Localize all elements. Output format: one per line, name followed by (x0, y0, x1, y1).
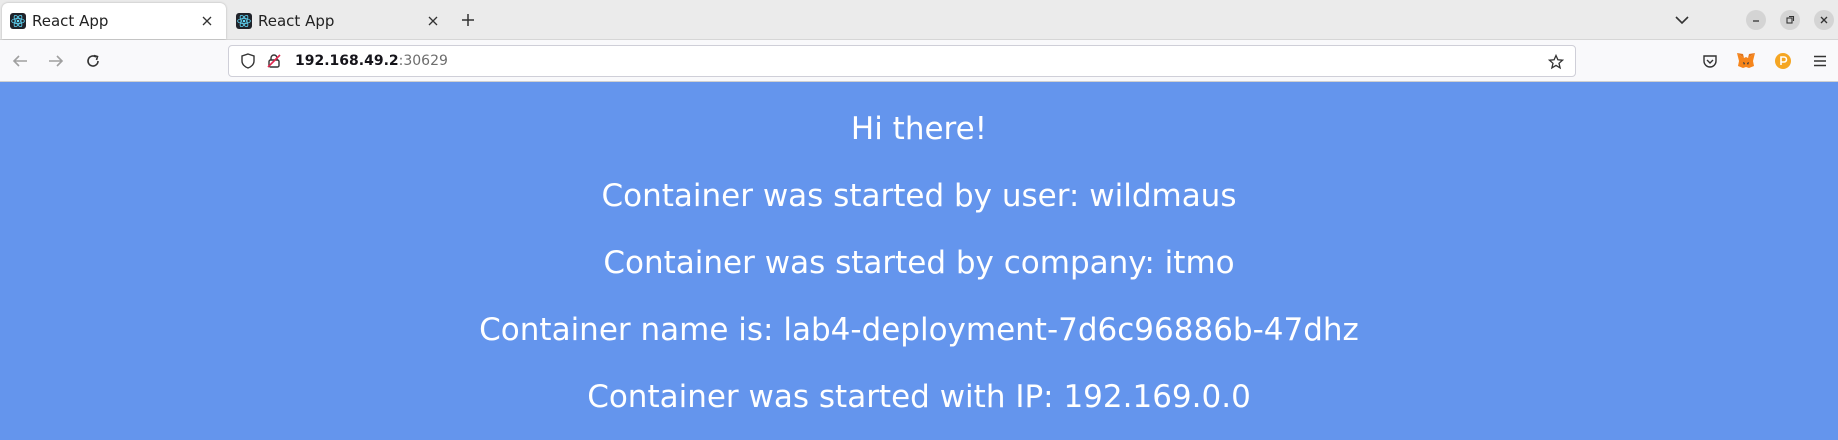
window-close-button[interactable] (1814, 10, 1834, 30)
forward-arrow-icon (49, 55, 64, 67)
container-ip-text: Container was started with IP: 192.169.0… (587, 379, 1251, 415)
metamask-fox-icon (1737, 53, 1755, 68)
list-all-tabs-button[interactable] (1670, 8, 1694, 32)
restore-icon (1786, 15, 1795, 24)
url-port: :30629 (398, 53, 448, 69)
tab-react-app-2[interactable]: React App (228, 3, 452, 39)
url-text[interactable]: 192.168.49.2:30629 (295, 53, 448, 69)
minimize-button[interactable] (1746, 10, 1766, 30)
tab-title: React App (32, 12, 109, 30)
address-bar[interactable]: 192.168.49.2:30629 (228, 45, 1576, 77)
chevron-down-icon (1675, 16, 1689, 25)
window-close-icon (1820, 16, 1828, 24)
tab-react-app-1[interactable]: React App (2, 3, 226, 39)
close-tab-icon[interactable] (424, 12, 442, 30)
back-arrow-icon (12, 55, 27, 67)
started-by-user-text: Container was started by user: wildmaus (601, 178, 1237, 214)
reload-icon (87, 54, 99, 67)
minimize-icon (1753, 20, 1759, 22)
extension-button[interactable] (1771, 49, 1795, 73)
metamask-extension-button[interactable] (1734, 49, 1758, 73)
bookmark-star-button[interactable] (1545, 51, 1567, 73)
insecure-lock-icon[interactable] (263, 50, 285, 72)
tab-title: React App (258, 12, 335, 30)
app-menu-button[interactable] (1808, 49, 1832, 73)
plus-icon (462, 14, 474, 26)
star-icon (1548, 54, 1564, 70)
react-favicon-icon (236, 13, 252, 29)
shield-icon[interactable] (237, 50, 259, 72)
page-content: Hi there! Container was started by user:… (0, 83, 1838, 440)
new-tab-button[interactable] (456, 8, 480, 32)
container-name-text: Container name is: lab4-deployment-7d6c9… (479, 312, 1359, 348)
tab-bar: React App React App (0, 0, 1838, 40)
pocket-button[interactable] (1698, 49, 1722, 73)
started-by-company-text: Container was started by company: itmo (603, 245, 1235, 281)
greeting-text: Hi there! (850, 111, 988, 147)
extension-icon (1775, 53, 1791, 69)
menu-icon (1814, 55, 1826, 67)
forward-button[interactable] (44, 49, 68, 73)
close-tab-icon[interactable] (198, 12, 216, 30)
reload-button[interactable] (81, 49, 105, 73)
back-button[interactable] (8, 49, 32, 73)
navigation-toolbar: 192.168.49.2:30629 (0, 40, 1838, 82)
url-host: 192.168.49.2 (295, 53, 399, 69)
pocket-icon (1703, 55, 1717, 68)
restore-button[interactable] (1780, 10, 1800, 30)
react-favicon-icon (10, 13, 26, 29)
